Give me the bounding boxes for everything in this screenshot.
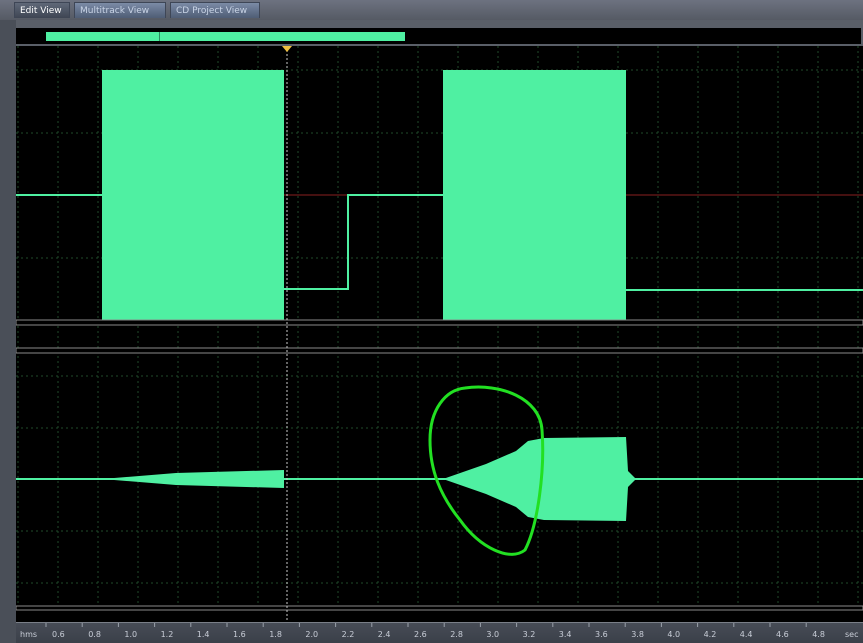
top-block-2 [443, 70, 626, 320]
ruler-tick-label: 2.2 [342, 630, 355, 639]
ruler-tick-label: 0.6 [52, 630, 65, 639]
channel-bottom[interactable] [16, 437, 863, 521]
ruler-tick-label: 3.2 [523, 630, 536, 639]
waveform-display[interactable] [15, 46, 863, 622]
top-trace-step [284, 194, 443, 290]
ruler-tick-label: 0.8 [88, 630, 101, 639]
waveform-canvas[interactable] [15, 46, 863, 622]
view-tabbar: Edit View Multitrack View CD Project Vie… [0, 0, 863, 20]
channel-divider-lower [15, 347, 863, 354]
left-gutter [0, 20, 16, 643]
ruler-tick-label: 1.2 [161, 630, 174, 639]
ruler-tick-label: 2.0 [305, 630, 318, 639]
overview-visible-range[interactable] [46, 32, 405, 41]
bottom-burst-1 [102, 470, 284, 488]
playhead-marker[interactable] [282, 46, 292, 52]
overview-scrollbar[interactable] [16, 28, 861, 44]
ruler-tick-label: 4.6 [776, 630, 789, 639]
ruler-tick-label: 1.8 [269, 630, 282, 639]
bottom-burst-2 [443, 437, 636, 521]
ruler-end-label: sec [845, 630, 859, 639]
tab-edit-view[interactable]: Edit View [14, 2, 70, 18]
ruler-tick-label: 3.4 [559, 630, 572, 639]
ruler-tick-label: 4.4 [740, 630, 753, 639]
ruler-tick-label: 4.2 [704, 630, 717, 639]
ruler-tick-label: 1.0 [124, 630, 137, 639]
ruler-tick-label: 2.8 [450, 630, 463, 639]
tab-multitrack-view[interactable]: Multitrack View [74, 2, 166, 18]
overview-position-marker [159, 32, 160, 41]
ruler-tick-label: 3.8 [631, 630, 644, 639]
ruler-tick-label: 4.8 [812, 630, 825, 639]
time-ruler[interactable]: hms 0.6 0.8 1.0 1.2 1.4 1.6 1.8 2.0 2.2 2.4 2.6 2.8 3… [16, 622, 863, 643]
ruler-tick-label: 3.6 [595, 630, 608, 639]
channel-top[interactable] [16, 70, 863, 320]
ruler-unit-label: hms [20, 630, 37, 639]
ruler-tick-label: 3.0 [486, 630, 499, 639]
channel-divider-upper [15, 319, 863, 326]
bottom-border [15, 605, 863, 611]
ruler-tick-label: 1.6 [233, 630, 246, 639]
audio-editor-window: Edit View Multitrack View CD Project Vie… [0, 0, 863, 643]
tab-cd-project-view[interactable]: CD Project View [170, 2, 260, 18]
ruler-tick-label: 2.4 [378, 630, 391, 639]
ruler-tick-label: 1.4 [197, 630, 210, 639]
ruler-tick-label: 4.0 [667, 630, 680, 639]
ruler-tick-label: 2.6 [414, 630, 427, 639]
top-block-1 [102, 70, 284, 320]
